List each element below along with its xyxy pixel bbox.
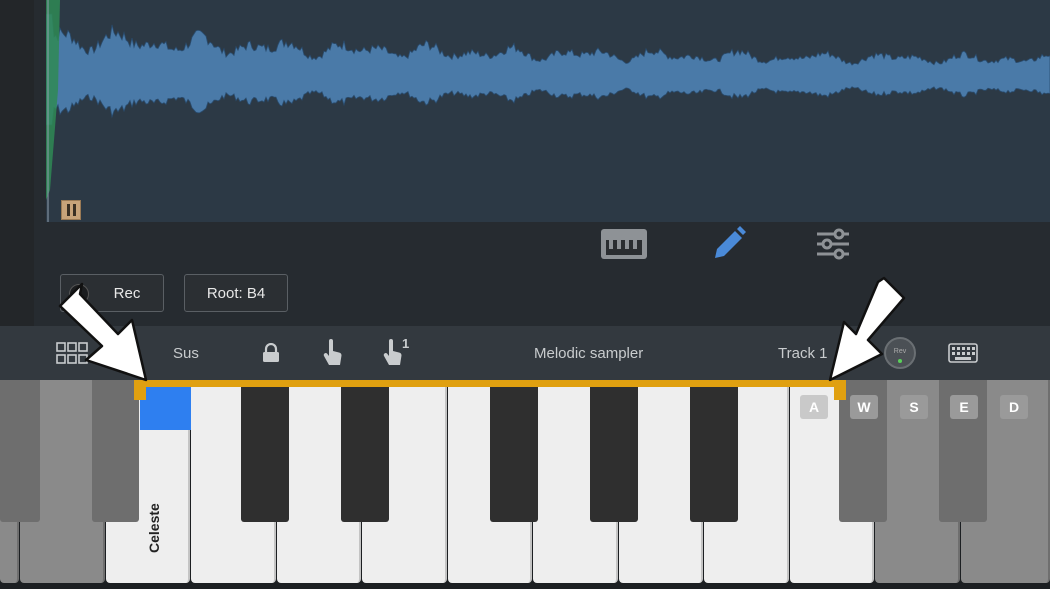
piano-black-key[interactable] bbox=[590, 380, 638, 522]
keyboard-icon bbox=[948, 343, 978, 363]
piano-black-key[interactable] bbox=[241, 380, 289, 522]
computer-key-label: S bbox=[900, 395, 928, 419]
waveform bbox=[46, 0, 1050, 222]
sustain-label: Sus bbox=[173, 344, 199, 362]
root-note-button[interactable]: Root: B4 bbox=[184, 274, 288, 312]
sample-start-handle[interactable] bbox=[61, 200, 81, 220]
single-touch-button[interactable]: 1 bbox=[382, 326, 409, 380]
sliders-icon bbox=[817, 228, 849, 260]
computer-key-label: W bbox=[850, 395, 878, 419]
track-selector[interactable]: Track 1 bbox=[778, 326, 827, 380]
sample-name-label: Celeste bbox=[146, 503, 162, 553]
pencil-icon bbox=[715, 226, 746, 258]
computer-key-label: A bbox=[800, 395, 828, 419]
root-note-marker bbox=[140, 387, 191, 430]
hand-pointer-icon bbox=[323, 339, 342, 365]
computer-keyboard-toggle[interactable] bbox=[948, 326, 978, 380]
edit-mode-button[interactable] bbox=[708, 226, 748, 262]
sustain-button[interactable]: Sus bbox=[173, 326, 199, 380]
piano-black-key[interactable] bbox=[92, 380, 139, 522]
left-strip bbox=[0, 0, 34, 326]
arrow-icon bbox=[828, 276, 906, 382]
waveform-panel[interactable] bbox=[46, 0, 1050, 222]
piano-black-key[interactable] bbox=[690, 380, 738, 522]
touch-mode-button[interactable] bbox=[322, 326, 344, 380]
sample-range-bar[interactable] bbox=[134, 380, 846, 387]
piano-black-key[interactable] bbox=[0, 380, 40, 522]
instrument-label: Melodic sampler bbox=[534, 344, 644, 362]
settings-mode-button[interactable] bbox=[814, 226, 852, 262]
waveform-shape bbox=[46, 13, 1050, 126]
root-note-label: Root: B4 bbox=[206, 284, 266, 302]
lock-button[interactable] bbox=[262, 326, 280, 380]
app-window: Rec Root: B4 Sus 1 Melodic sampler Track… bbox=[0, 0, 1050, 589]
piano-mode-button[interactable] bbox=[600, 226, 648, 262]
hand-pointer-icon bbox=[383, 339, 402, 365]
lock-icon bbox=[263, 343, 279, 362]
instrument-name[interactable]: Melodic sampler bbox=[534, 326, 643, 380]
computer-key-label: D bbox=[1000, 395, 1028, 419]
computer-key-label: E bbox=[950, 395, 978, 419]
piano-icon bbox=[601, 229, 647, 259]
piano-black-key[interactable] bbox=[490, 380, 538, 522]
arrow-icon bbox=[58, 282, 148, 382]
touch-count-badge: 1 bbox=[402, 335, 410, 351]
track-label: Track 1 bbox=[778, 344, 828, 362]
piano-black-key[interactable] bbox=[341, 380, 389, 522]
